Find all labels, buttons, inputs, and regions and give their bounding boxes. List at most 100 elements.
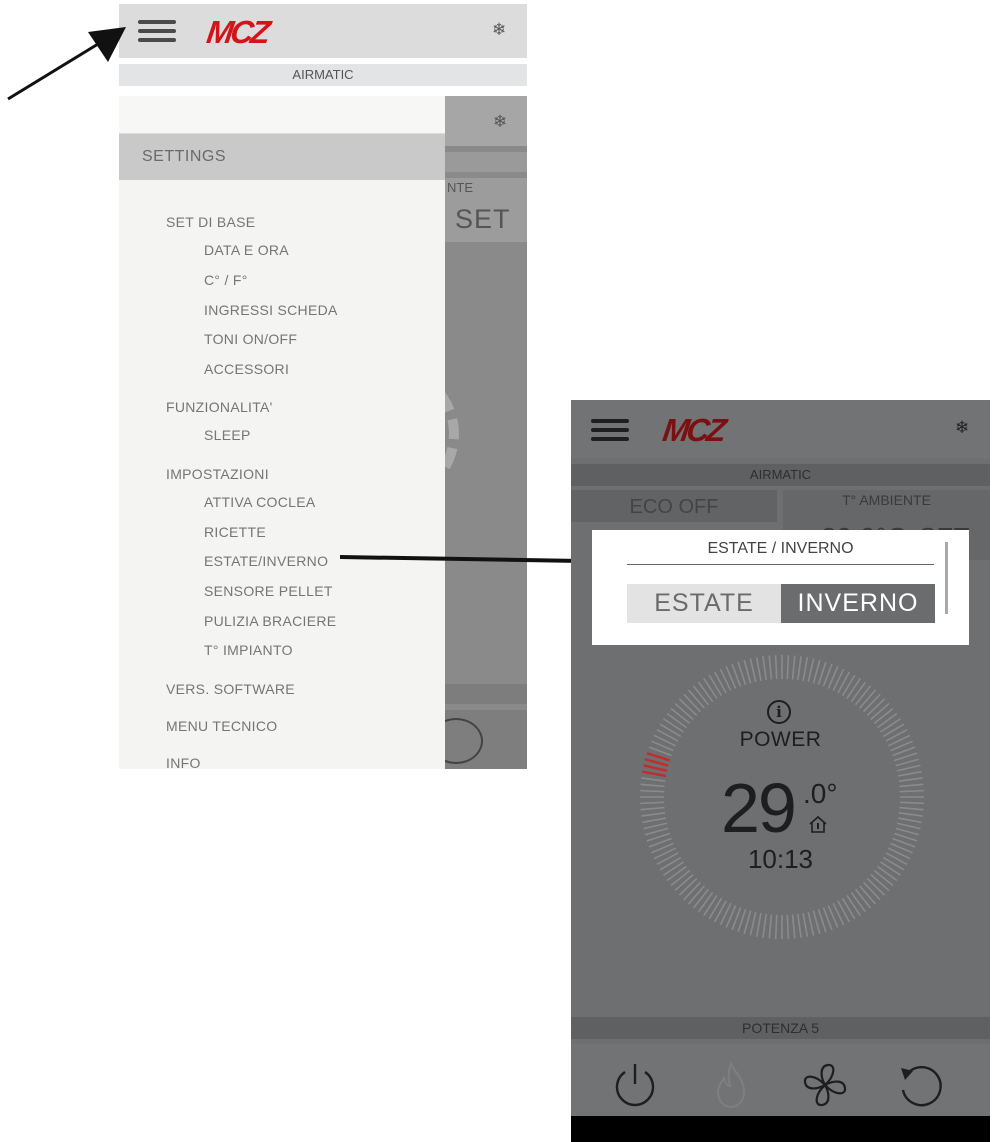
dial-tick [641,812,666,817]
mcz-logo: MCZ [660,412,726,448]
menu-item-ingressi-scheda[interactable]: INGRESSI SCHEDA [204,302,338,318]
info-icon[interactable]: i [767,700,791,724]
dial-tick [854,685,872,706]
dial-tick [642,817,667,824]
menu-item-ricette[interactable]: RICETTE [204,524,266,540]
dial-tick [640,801,665,805]
menu-item-funzionalita[interactable]: FUNZIONALITA' [166,399,273,415]
bg-airmatic-strip [445,152,527,172]
dial-tick [640,789,665,793]
menu-item-impostazioni[interactable]: IMPOSTAZIONI [166,466,269,482]
dial-tick [692,888,710,909]
dial-tick [797,913,802,938]
dial-tick [854,888,872,909]
menu-item-menu-tecnico[interactable]: MENU TECNICO [166,718,277,734]
dial-tick [708,897,723,920]
dial-tick [846,895,861,916]
menu-item-sensore-pellet[interactable]: SENSORE PELLET [204,583,333,599]
dial-tick [899,789,924,793]
menu-item-data-e-ora[interactable]: DATA E ORA [204,242,289,258]
settings-title: SETTINGS [142,148,227,165]
menu-item-vers-software[interactable]: VERS. SOFTWARE [166,681,295,697]
settings-title-bar: SETTINGS [119,134,445,180]
dial-tick [743,659,752,684]
menu-item-unit-c-f[interactable]: C° / F° [204,272,248,288]
menu-item-set-di-base[interactable]: SET DI BASE [166,214,255,230]
eco-status-box[interactable]: ECO OFF [571,490,777,522]
dial-tick [703,895,718,916]
dial-tick [768,655,773,680]
temperature-decimal: .0° [803,778,838,809]
dial-tick [768,914,773,939]
dial-tick [899,806,924,811]
dial-tick [641,777,666,782]
dial-tick [870,702,890,720]
dial-tick [862,693,881,713]
dial-tick [687,885,705,905]
fan-icon[interactable] [800,1060,850,1110]
dial-tick [678,698,698,717]
menu-item-sleep[interactable]: SLEEP [204,427,251,443]
dial-tick [644,827,669,836]
dial-tick [786,655,790,680]
snowflake-icon[interactable]: ❄ [492,20,506,40]
dial-tick [896,764,921,772]
popup-scrollbar[interactable] [945,542,948,614]
snowflake-icon[interactable]: ❄ [955,418,969,438]
dial-tick [674,702,694,720]
ambient-temperature-label: T° AMBIENTE [842,492,931,508]
dial-tick [850,891,867,913]
dial-tick [687,689,705,709]
dial-tick [898,777,923,782]
dial-tick [899,801,924,805]
settings-drawer: SETTINGS SET DI BASE DATA E ORA C° / F° … [119,96,445,769]
menu-item-estate-inverno[interactable]: ESTATE/INVERNO [204,553,328,569]
dial-tick [774,655,778,680]
dial-tick [678,877,698,896]
dial-tick [674,874,694,892]
popup-divider [627,564,934,565]
bg-set-label: SET [455,204,511,234]
dial-tick [666,712,688,729]
power-icon[interactable] [610,1060,660,1110]
dial-tick [898,812,923,817]
menu-item-t-impianto[interactable]: T° IMPIANTO [204,642,293,658]
menu-item-accessori[interactable]: ACCESSORI [204,361,289,377]
dial-tick [697,681,714,703]
temperature-integer: 29 [721,769,797,847]
dial-tick [762,913,767,938]
menu-item-attiva-coclea[interactable]: ATTIVA COCLEA [204,494,316,510]
estate-option-button[interactable]: ESTATE [627,584,781,623]
dial-tick [755,912,762,937]
bg-snowflake-icon: ❄ [493,112,508,132]
dial-tick [807,911,815,936]
estate-inverno-popup: ESTATE / INVERNO ESTATE INVERNO [592,530,969,645]
dial-tick [895,758,920,767]
dial-tick [743,910,752,935]
menu-item-pulizia-braciere[interactable]: PULIZIA BRACIERE [204,613,336,629]
dial-tick [841,674,856,697]
refresh-icon[interactable] [895,1060,945,1110]
dial-tick [846,678,861,699]
dial-tick [640,783,665,788]
menu-item-info[interactable]: INFO [166,755,201,769]
menu-item-toni-on-off[interactable]: TONI ON/OFF [204,331,297,347]
dial-tick [866,877,886,896]
right-header-bar: MCZ ❄ [571,400,990,458]
dial-tick [897,817,922,824]
dial-indicator-tick [642,770,667,778]
hamburger-menu-icon[interactable] [138,20,176,42]
dial-tick [862,881,881,901]
dial-tick [692,685,710,706]
dial-tick [812,659,821,684]
clock-time: 10:13 [747,844,814,874]
hamburger-menu-icon[interactable] [591,419,629,441]
dial-tick [774,914,778,939]
inverno-option-button[interactable]: INVERNO [781,584,935,623]
flame-icon[interactable] [706,1060,756,1110]
dial-indicator-tick [643,764,668,772]
dial-tick [876,712,898,729]
dial-tick [812,910,821,935]
left-header-bar: MCZ ❄ [119,4,527,58]
dial-tick [837,671,850,694]
